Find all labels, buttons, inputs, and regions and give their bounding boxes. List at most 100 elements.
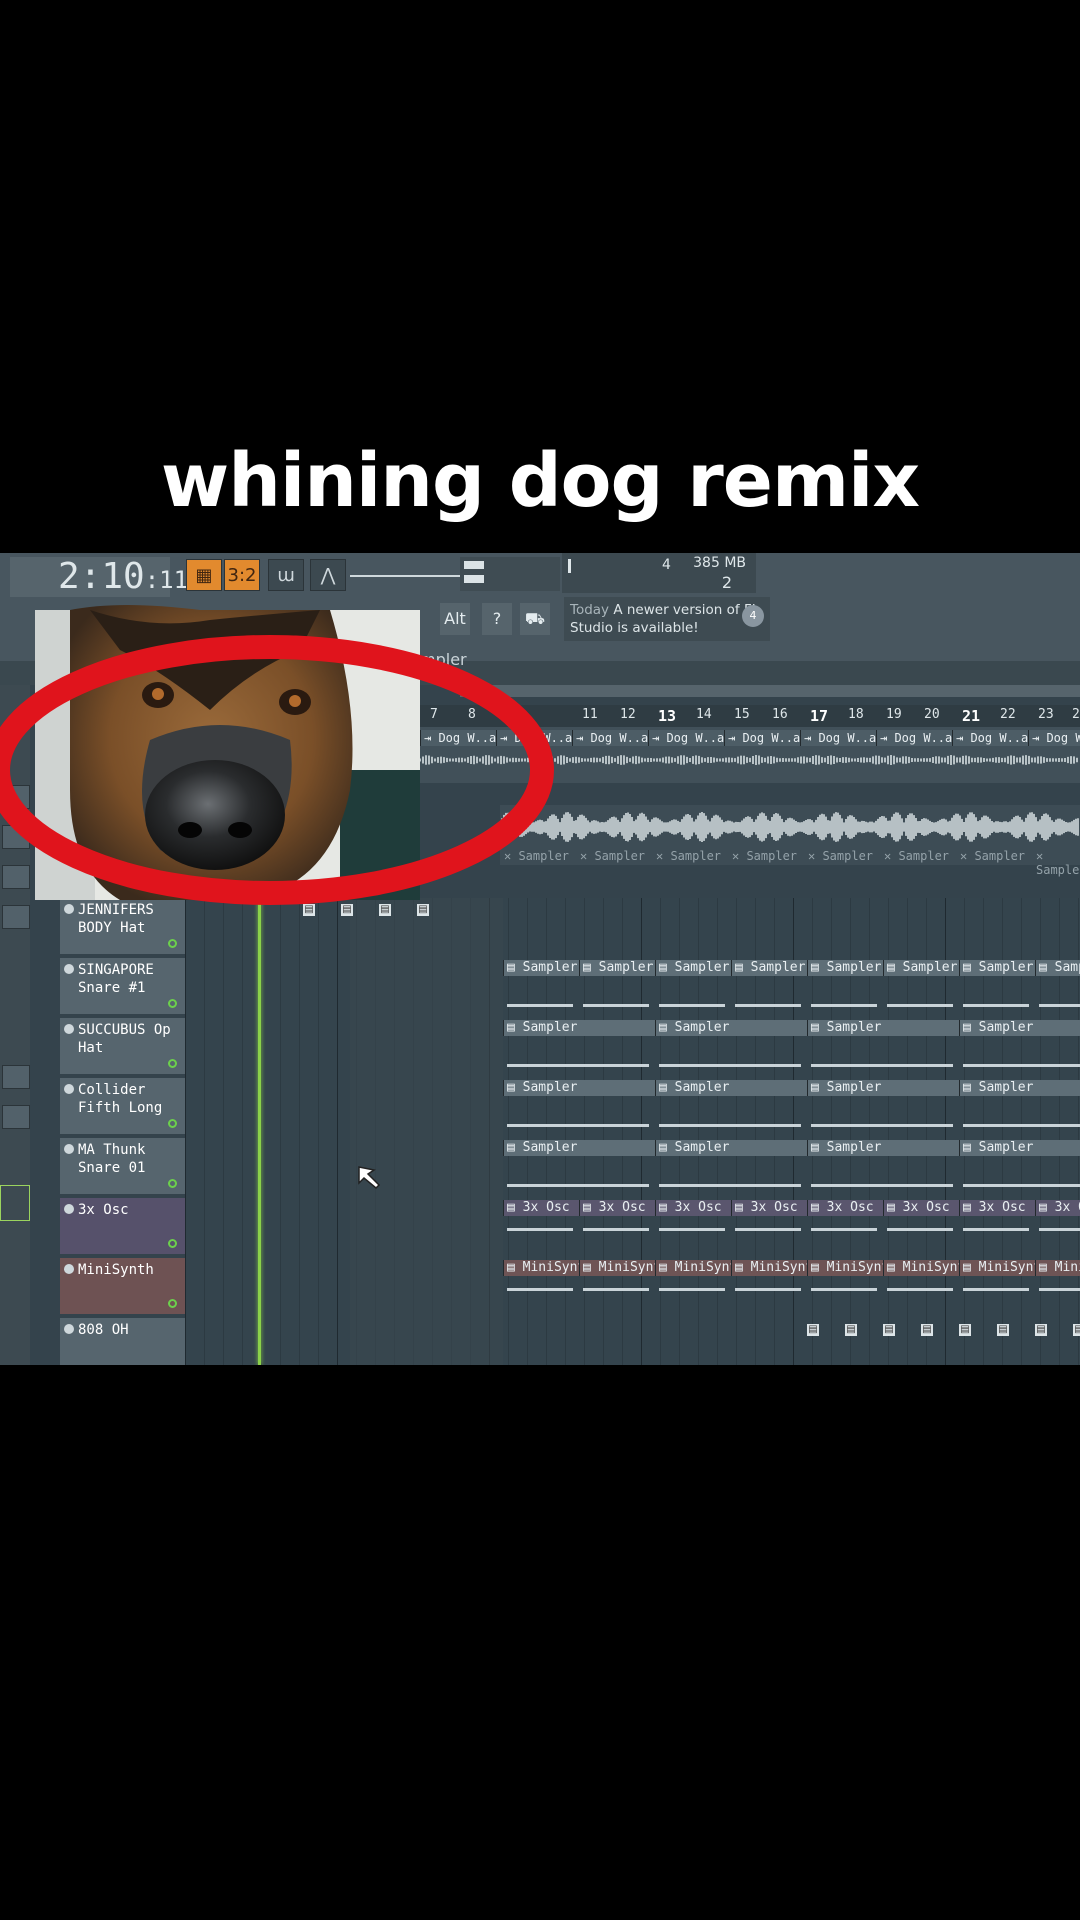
selected-side-item[interactable] (0, 1185, 30, 1221)
pattern-clip[interactable]: ▤ 3x Osc (503, 1200, 579, 1216)
pattern-clip[interactable]: ▤ Sampler (503, 1020, 655, 1036)
metronome-icon[interactable]: ⋀ (310, 559, 346, 591)
pattern-clip[interactable]: ▤ Sampler (807, 1140, 959, 1156)
pattern-clip[interactable]: ▤ Sampler (655, 960, 731, 976)
channel-led-icon[interactable] (168, 999, 177, 1008)
channel-name: 3x Osc (78, 1202, 129, 1218)
pattern-clip[interactable]: ▤ 3x Osc (1035, 1200, 1080, 1216)
pattern-clip[interactable]: ▤ MiniSynth (807, 1260, 883, 1276)
note-preview (963, 1064, 1080, 1067)
pattern-clip[interactable]: ▤ Sampler (503, 1140, 655, 1156)
channel-button[interactable]: SINGAPORE Snare #1 (60, 958, 185, 1014)
bar-number: 11 (582, 707, 598, 722)
step-edit-icon[interactable]: 3:2 (224, 559, 260, 591)
pattern-clip[interactable]: ▤ 3x Osc (655, 1200, 731, 1216)
pattern-clip[interactable]: ▤ Sampler (1035, 960, 1080, 976)
audio-clip-label[interactable]: ⇥ Dog W..al (876, 730, 952, 746)
audio-clip-label[interactable]: ⇥ Dog W..al (800, 730, 876, 746)
audio-track-sampler[interactable]: ✕ Sampler ✕ Sampler ✕ Sampler ✕ Sampler ✕ Sa… (500, 805, 1080, 877)
typing-keyboard-icon[interactable]: ▦ (186, 559, 222, 591)
channel-info-icon[interactable] (64, 1324, 74, 1334)
pattern-clip[interactable]: ▤ Sampler (959, 1080, 1080, 1096)
channel-led-icon[interactable] (168, 1179, 177, 1188)
pattern-clip[interactable]: ▤ Sampler (959, 1020, 1080, 1036)
pattern-clip[interactable]: ▤ Sampler (503, 1080, 655, 1096)
channel-rack-grid[interactable]: ▤ Sampler ▤ Sampler ▤ Sampler ▤ Sampler ▤ Sa… (185, 898, 1080, 1365)
step-marker[interactable]: ▤ (1035, 1324, 1047, 1336)
channel-info-icon[interactable] (64, 964, 74, 974)
news-badge-icon: 4 (742, 605, 764, 627)
pattern-clip[interactable]: ▤ Sampler (959, 960, 1035, 976)
playhead[interactable] (258, 898, 261, 1365)
loop-record-icon[interactable]: ɯ (268, 559, 304, 591)
channel-button[interactable]: SUCCUBUS Op Hat (60, 1018, 185, 1074)
pattern-clip[interactable]: ▤ Sampler (807, 1020, 959, 1036)
step-marker[interactable]: ▤ (921, 1324, 933, 1336)
pattern-clip[interactable]: ▤ Sampler (503, 960, 579, 976)
pattern-clip[interactable]: ▤ MiniSynth (731, 1260, 807, 1276)
pattern-clip[interactable]: ▤ Sampler (655, 1020, 807, 1036)
audio-clip-label[interactable]: ⇥ Dog W..al (724, 730, 800, 746)
pattern-clip[interactable]: ▤ 3x Osc (959, 1200, 1035, 1216)
master-pitch-slider[interactable] (350, 575, 460, 577)
pattern-clip[interactable]: ▤ Sampler (807, 1080, 959, 1096)
channel-button[interactable]: MA Thunk Snare 01 (60, 1138, 185, 1194)
audio-clip-label[interactable]: ⇥ Dog W..al (648, 730, 724, 746)
pattern-clip[interactable]: ▤ MiniSynth (655, 1260, 731, 1276)
pattern-clip[interactable]: ▤ Sampler (579, 960, 655, 976)
channel-led-icon[interactable] (168, 1059, 177, 1068)
side-button[interactable] (2, 1065, 30, 1089)
note-preview (963, 1288, 1029, 1291)
news-panel[interactable]: Today A newer version of FL Studio is av… (564, 597, 770, 641)
pattern-clip[interactable]: ▤ Sampler (883, 960, 959, 976)
note-preview (659, 1184, 801, 1187)
channel-button[interactable]: MiniSynth (60, 1258, 185, 1314)
channel-info-icon[interactable] (64, 1084, 74, 1094)
channel-info-icon[interactable] (64, 1024, 74, 1034)
channel-led-icon[interactable] (168, 939, 177, 948)
step-marker[interactable]: ▤ (807, 1324, 819, 1336)
audio-clip-label[interactable]: ⇥ Dog W..al (952, 730, 1028, 746)
channel-button[interactable]: 808 OH (60, 1318, 185, 1365)
pattern-clip[interactable]: ▤ Sampler (655, 1080, 807, 1096)
channel-led-icon[interactable] (168, 1299, 177, 1308)
pattern-clip[interactable]: ▤ MiniSynth (579, 1260, 655, 1276)
bar-number: 14 (696, 707, 712, 722)
channel-info-icon[interactable] (64, 1264, 74, 1274)
step-marker[interactable]: ▤ (1073, 1324, 1080, 1336)
channel-name: MiniSynth (78, 1262, 154, 1278)
step-marker[interactable]: ▤ (883, 1324, 895, 1336)
side-button[interactable] (2, 1105, 30, 1129)
pattern-clip[interactable]: ▤ 3x Osc (731, 1200, 807, 1216)
pattern-clip[interactable]: ▤ Sampler (959, 1140, 1080, 1156)
note-preview (735, 1004, 801, 1007)
step-marker[interactable]: ▤ (997, 1324, 1009, 1336)
note-preview (811, 1064, 953, 1067)
pattern-clip[interactable]: ▤ MiniSynth (503, 1260, 579, 1276)
audio-clip-label[interactable]: ⇥ Dog W..al (1028, 730, 1080, 746)
pattern-clip[interactable]: ▤ 3x Osc (883, 1200, 959, 1216)
pattern-clip[interactable]: ▤ Sampler (807, 960, 883, 976)
channel-led-icon[interactable] (168, 1239, 177, 1248)
pattern-clip[interactable]: ▤ Sampler (731, 960, 807, 976)
step-marker[interactable]: ▤ (845, 1324, 857, 1336)
note-preview (887, 1288, 953, 1291)
channel-led-icon[interactable] (168, 1119, 177, 1128)
step-marker[interactable]: ▤ (959, 1324, 971, 1336)
channel-button[interactable]: 3x Osc (60, 1198, 185, 1254)
pattern-clip[interactable]: ▤ Sampler (655, 1140, 807, 1156)
pattern-clip[interactable]: ▤ MiniSynth (1035, 1260, 1080, 1276)
tempo-slider-box[interactable] (460, 557, 560, 591)
note-preview (583, 1228, 649, 1231)
pattern-clip[interactable]: ▤ MiniSynth (959, 1260, 1035, 1276)
pattern-clip[interactable]: ▤ 3x Osc (579, 1200, 655, 1216)
note-preview (507, 1124, 649, 1127)
bar-number: 18 (848, 707, 864, 722)
pattern-clip[interactable]: ▤ 3x Osc (807, 1200, 883, 1216)
channel-button[interactable]: Collider Fifth Long (60, 1078, 185, 1134)
channel-name: Collider Fifth Long (78, 1082, 163, 1116)
channel-info-icon[interactable] (64, 1144, 74, 1154)
pattern-clip[interactable]: ▤ MiniSynth (883, 1260, 959, 1276)
audio-clip-label[interactable]: ⇥ Dog W..al (572, 730, 648, 746)
channel-info-icon[interactable] (64, 1204, 74, 1214)
